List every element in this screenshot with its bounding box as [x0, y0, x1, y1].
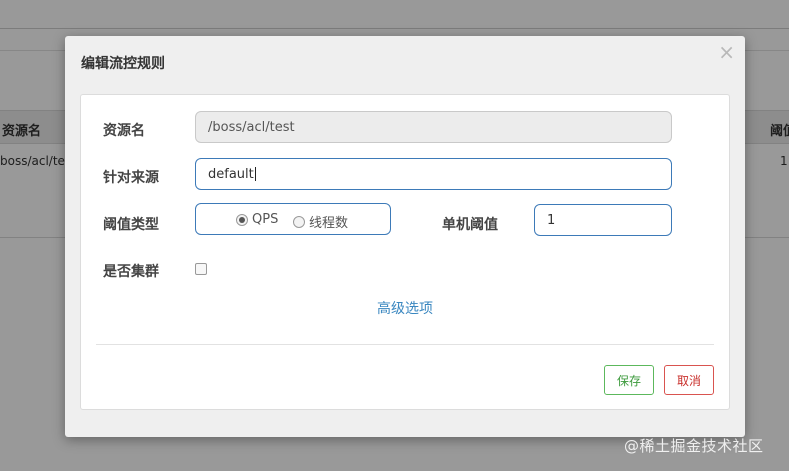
advanced-options-link[interactable]: 高级选项 — [81, 298, 729, 318]
single-threshold-input[interactable]: 1 — [534, 204, 672, 236]
threshold-type-label: 阈值类型 — [103, 217, 159, 233]
watermark: @稀土掘金技术社区 — [624, 437, 764, 455]
single-threshold-label: 单机阈值 — [442, 217, 498, 233]
radio-unselected-icon — [293, 215, 305, 228]
resource-input: /boss/acl/test — [195, 111, 672, 143]
source-label: 针对来源 — [103, 170, 159, 186]
close-icon[interactable]: × — [718, 42, 735, 62]
source-input[interactable]: default — [195, 158, 672, 190]
radio-qps-label: QPS — [252, 212, 279, 227]
source-value: default — [208, 166, 254, 182]
text-caret — [254, 167, 256, 181]
radio-selected-icon — [236, 213, 248, 226]
resource-label: 资源名 — [103, 123, 145, 139]
cancel-button[interactable]: 取消 — [664, 365, 714, 395]
dialog-title: 编辑流控规则 — [81, 56, 165, 72]
resource-value: /boss/acl/test — [208, 119, 295, 135]
threshold-type-radio-group: QPS 线程数 — [195, 203, 391, 235]
single-threshold-value: 1 — [547, 212, 556, 228]
radio-thread-count-label: 线程数 — [309, 216, 349, 231]
edit-flow-rule-dialog: 编辑流控规则 × 资源名 /boss/acl/test 针对来源 default… — [65, 36, 745, 437]
rule-form: 资源名 /boss/acl/test 针对来源 default 阈值类型 QPS… — [80, 94, 730, 410]
radio-thread-count[interactable]: 线程数 — [293, 212, 348, 231]
radio-qps[interactable]: QPS — [236, 212, 278, 227]
cluster-checkbox[interactable] — [195, 263, 207, 275]
save-button[interactable]: 保存 — [604, 365, 654, 395]
cluster-label: 是否集群 — [103, 264, 159, 280]
footer-divider — [96, 344, 714, 345]
